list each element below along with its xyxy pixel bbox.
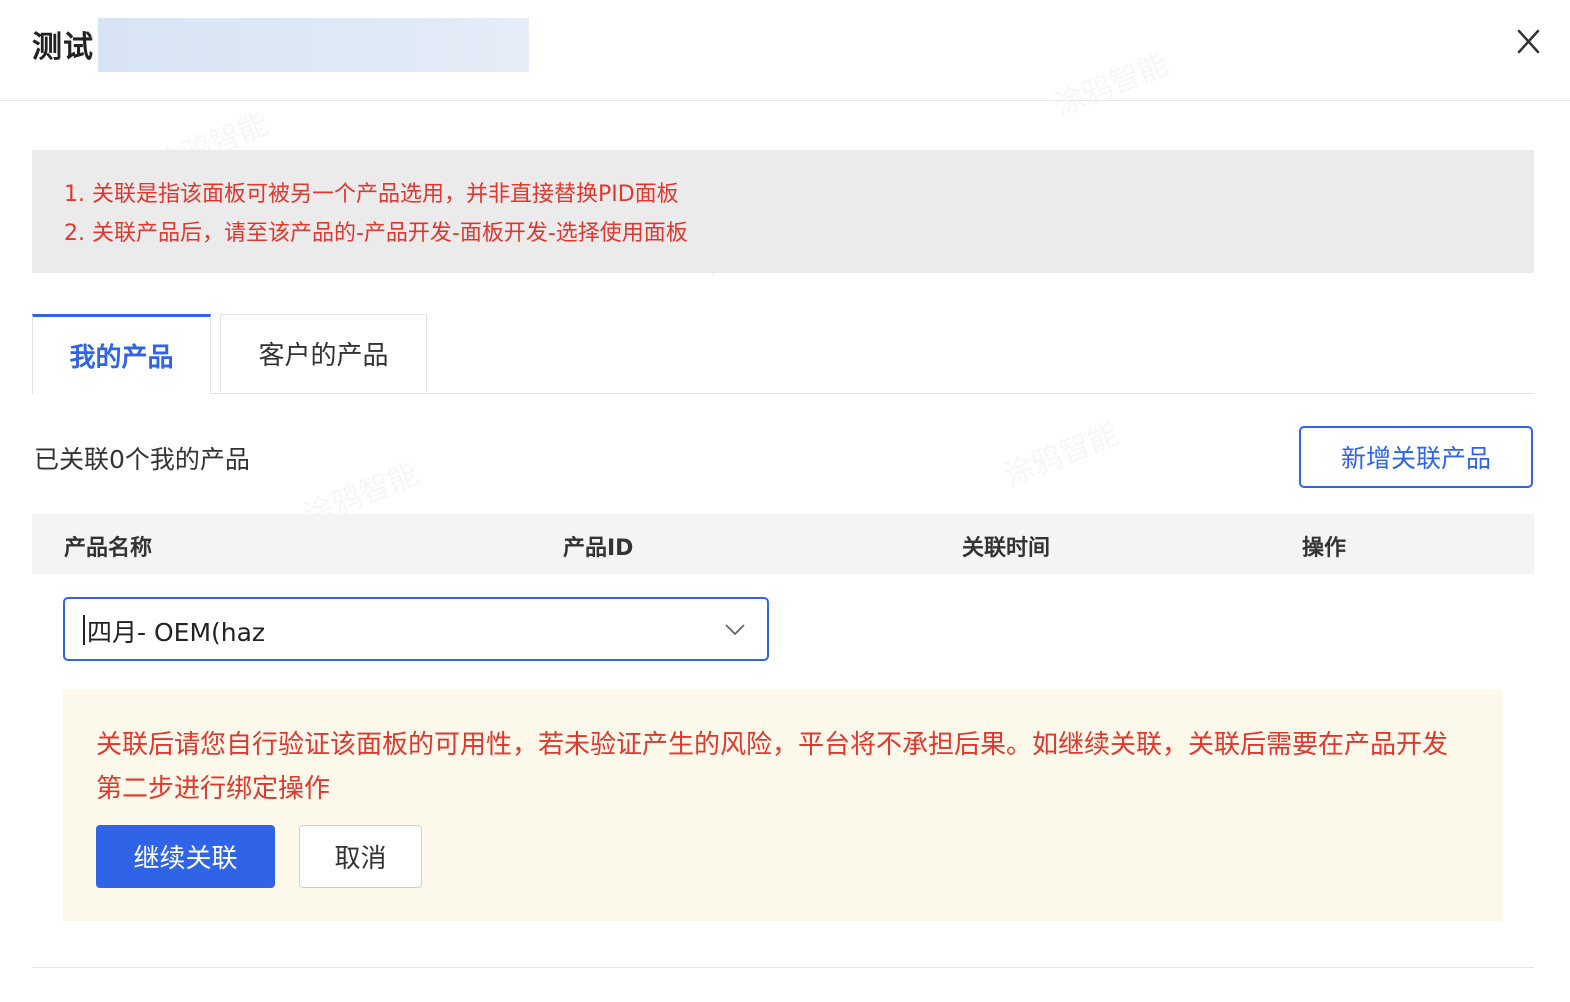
continue-link-button[interactable]: 继续关联 (96, 825, 275, 888)
tab-my-products[interactable]: 我的产品 (32, 314, 211, 394)
linked-count-text: 已关联0个我的产品 (34, 445, 250, 474)
product-select-value: 四月- OEM(haz (82, 613, 265, 649)
redacted-title-block (98, 18, 529, 72)
column-header-product-id: 产品ID (563, 536, 634, 561)
product-tabs: 我的产品 客户的产品 (32, 314, 1534, 394)
redacted-select-text (290, 607, 356, 651)
link-warning-text: 关联后请您自行验证该面板的可用性，若未验证产生的风险，平台将不承担后果。如继续关… (96, 730, 1449, 804)
product-select[interactable]: 四月- OEM(haz (63, 597, 769, 661)
dialog-header: 测试 (0, 0, 1570, 101)
cancel-button[interactable]: 取消 (299, 825, 422, 888)
chevron-down-icon (725, 624, 745, 636)
dialog-title: 测试 (32, 30, 94, 65)
column-header-link-time: 关联时间 (962, 536, 1051, 561)
close-button[interactable] (1508, 22, 1548, 62)
column-header-actions: 操作 (1302, 536, 1347, 561)
table-header: 产品名称 产品ID 关联时间 操作 (32, 514, 1534, 574)
link-warning-panel: 关联后请您自行验证该面板的可用性，若未验证产生的风险，平台将不承担后果。如继续关… (63, 689, 1503, 921)
notice-line-2: 2. 关联产品后，请至该产品的-产品开发-面板开发-选择使用面板 (64, 221, 688, 246)
notice-line-1: 1. 关联是指该面板可被另一个产品选用，并非直接替换PID面板 (64, 182, 679, 207)
add-linked-product-button[interactable]: 新增关联产品 (1299, 426, 1533, 488)
footer-divider (32, 967, 1534, 968)
tab-customer-products[interactable]: 客户的产品 (220, 314, 427, 392)
column-header-product-name: 产品名称 (64, 536, 153, 561)
info-notice: 1. 关联是指该面板可被另一个产品选用，并非直接替换PID面板 2. 关联产品后… (32, 150, 1534, 273)
close-icon (1517, 29, 1540, 54)
